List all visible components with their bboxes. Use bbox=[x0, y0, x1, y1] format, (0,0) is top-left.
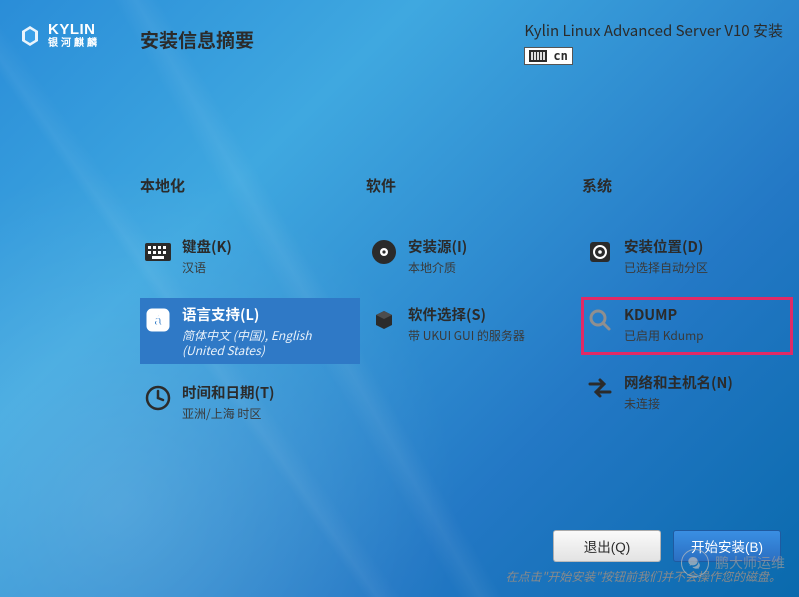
spoke-subtitle: 汉语 bbox=[182, 260, 232, 275]
summary-grid: 本地化 键盘(K) 汉语 á 语言支持(L) 简体中文 (中国), Englis… bbox=[140, 175, 781, 517]
spoke-subtitle: 已启用 Kdump bbox=[624, 328, 704, 343]
keyboard-icon bbox=[529, 50, 547, 62]
spoke-subtitle: 未连接 bbox=[624, 396, 733, 411]
col-heading-system: 系统 bbox=[582, 175, 792, 196]
keyboard-indicator[interactable]: cn bbox=[524, 47, 572, 65]
language-icon: á bbox=[145, 307, 171, 333]
package-icon bbox=[372, 308, 396, 332]
spoke-title: 语言支持(L) bbox=[182, 304, 342, 325]
spoke-title: 软件选择(S) bbox=[408, 304, 525, 325]
spoke-language[interactable]: á 语言支持(L) 简体中文 (中国), English (United Sta… bbox=[140, 298, 360, 364]
network-icon bbox=[587, 377, 613, 399]
disc-icon bbox=[371, 239, 397, 265]
spoke-title: 安装源(I) bbox=[408, 236, 467, 257]
product-name: Kylin Linux Advanced Server V10 安装 bbox=[524, 20, 783, 41]
col-heading-localization: 本地化 bbox=[140, 175, 360, 196]
spoke-title: 网络和主机名(N) bbox=[624, 372, 733, 393]
col-heading-software: 软件 bbox=[366, 175, 576, 196]
header-right: Kylin Linux Advanced Server V10 安装 cn bbox=[524, 20, 783, 67]
spoke-title: 时间和日期(T) bbox=[182, 382, 275, 403]
spoke-subtitle: 带 UKUI GUI 的服务器 bbox=[408, 328, 525, 343]
col-software: 软件 安装源(I) 本地介质 软件选择(S) 带 UKUI GUI 的服务器 bbox=[366, 175, 576, 517]
footer: 退出(Q) 开始安装(B) 在点击"开始安装"按钮前我们并不会操作您的磁盘。 bbox=[0, 520, 799, 597]
magnifier-icon bbox=[587, 307, 613, 333]
spoke-kdump[interactable]: KDUMP 已启用 Kdump bbox=[582, 298, 792, 354]
col-localization: 本地化 键盘(K) 汉语 á 语言支持(L) 简体中文 (中国), Englis… bbox=[140, 175, 360, 517]
page-title: 安装信息摘要 bbox=[140, 26, 254, 53]
svg-text:á: á bbox=[154, 312, 162, 328]
spoke-title: 键盘(K) bbox=[182, 236, 232, 257]
footer-hint: 在点击"开始安装"按钮前我们并不会操作您的磁盘。 bbox=[506, 568, 781, 585]
keyboard-layout-code: cn bbox=[553, 49, 567, 63]
spoke-subtitle: 本地介质 bbox=[408, 260, 467, 275]
brand-logo: KYLIN 银河麒麟 bbox=[18, 22, 100, 49]
spoke-network[interactable]: 网络和主机名(N) 未连接 bbox=[582, 366, 792, 422]
spoke-datetime[interactable]: 时间和日期(T) 亚洲/上海 时区 bbox=[140, 376, 360, 432]
quit-button[interactable]: 退出(Q) bbox=[553, 530, 661, 562]
spoke-subtitle: 已选择自动分区 bbox=[624, 260, 708, 275]
spoke-subtitle: 简体中文 (中国), English (United States) bbox=[182, 328, 342, 358]
col-system: 系统 安装位置(D) 已选择自动分区 KDUMP 已启用 Kdump 网络和主机… bbox=[582, 175, 792, 517]
kylin-logo-icon bbox=[18, 24, 42, 48]
spoke-keyboard[interactable]: 键盘(K) 汉语 bbox=[140, 230, 360, 286]
begin-install-button[interactable]: 开始安装(B) bbox=[673, 530, 781, 562]
brand-cn: 银河麒麟 bbox=[48, 39, 100, 49]
spoke-title: 安装位置(D) bbox=[624, 236, 708, 257]
spoke-title: KDUMP bbox=[624, 304, 704, 325]
spoke-install-destination[interactable]: 安装位置(D) 已选择自动分区 bbox=[582, 230, 792, 286]
brand-en: KYLIN bbox=[48, 22, 100, 37]
spoke-install-source[interactable]: 安装源(I) 本地介质 bbox=[366, 230, 576, 286]
spoke-subtitle: 亚洲/上海 时区 bbox=[182, 406, 275, 421]
keyboard-icon bbox=[144, 242, 172, 262]
harddrive-icon bbox=[587, 239, 613, 265]
clock-icon bbox=[145, 385, 171, 411]
spoke-software-selection[interactable]: 软件选择(S) 带 UKUI GUI 的服务器 bbox=[366, 298, 576, 354]
